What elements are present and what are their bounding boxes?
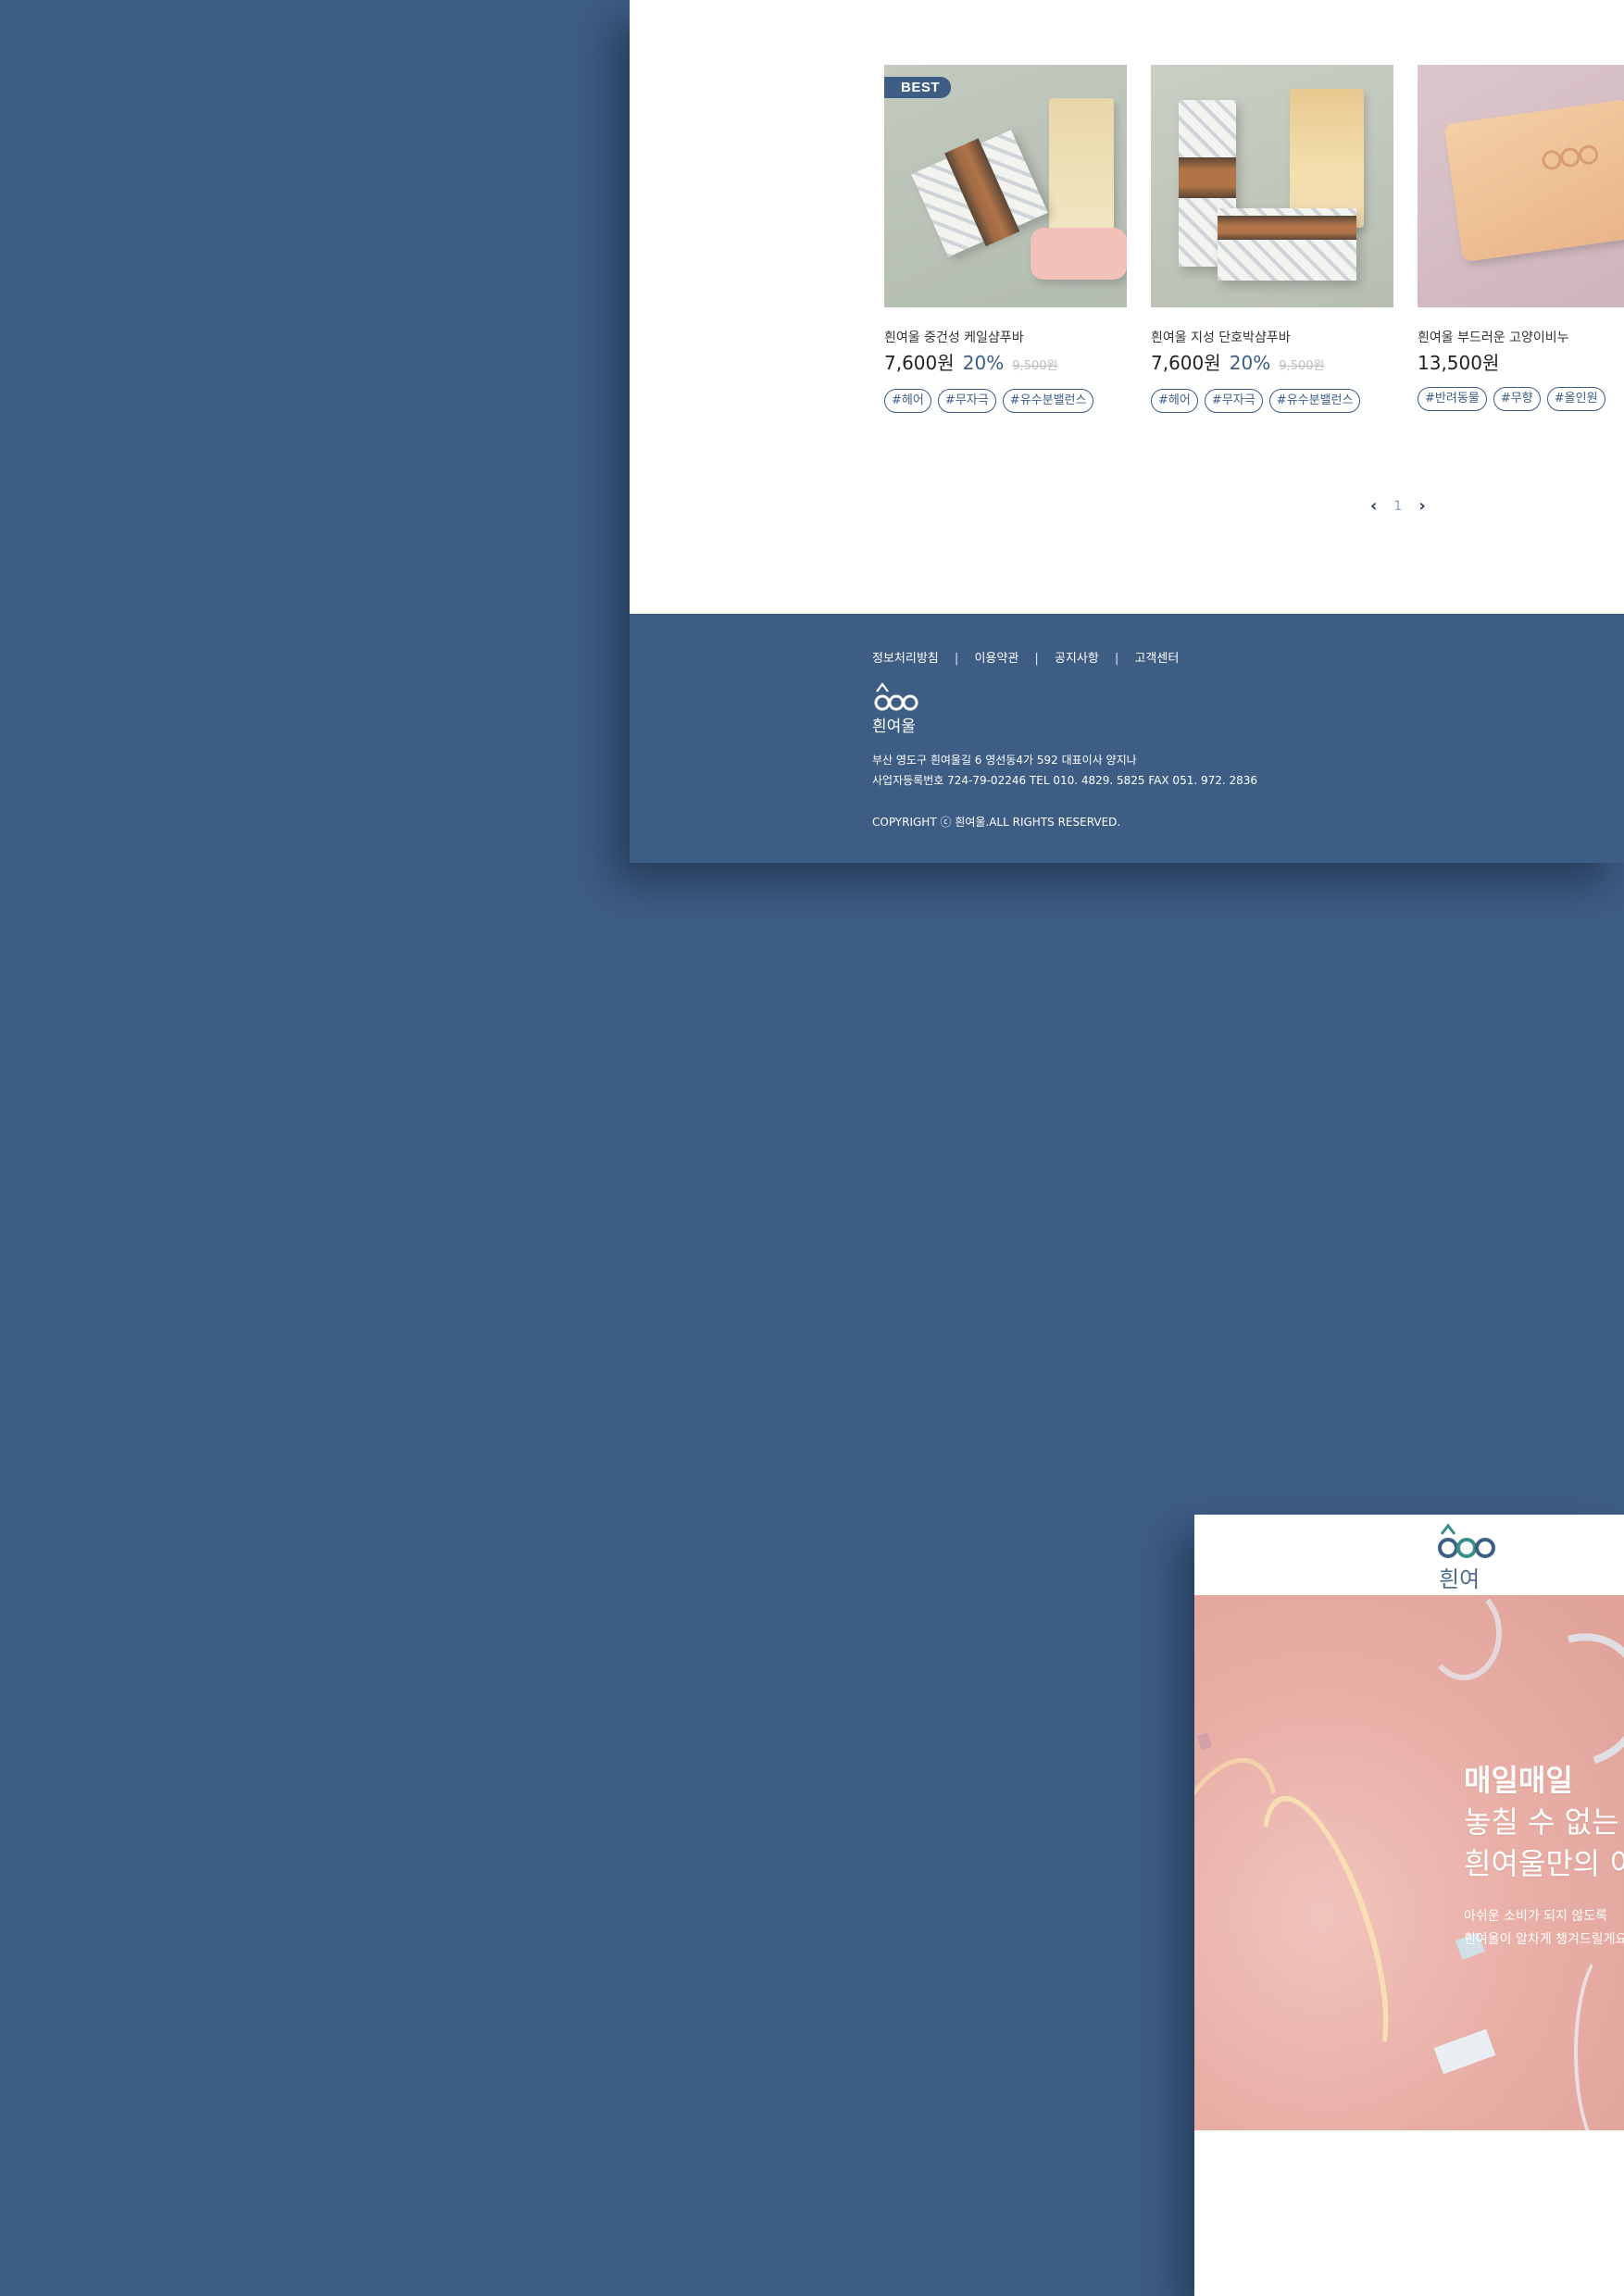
product-card[interactable]: 흰여울 지성 단호박샴푸바 7,600원 20% 9,500원 #헤어 #무자극… <box>1151 65 1393 413</box>
footer-link-terms[interactable]: 이용약관 <box>974 652 1018 666</box>
product-price: 7,600원 <box>884 352 955 374</box>
company-info: 부산 영도구 흰여울길 6 영선동4가 592 대표이사 양지나 사업자등록번호… <box>872 750 1257 791</box>
soap-dish-shape <box>1031 228 1127 280</box>
product-price: 7,600원 <box>1151 352 1221 374</box>
soap-bar-shape <box>1443 98 1624 263</box>
logo-rings-icon <box>1438 1523 1495 1558</box>
soap-box-band <box>944 138 1020 247</box>
hero-subtitle: 아쉬운 소비가 되지 않도록 흰여울이 알차게 챙겨드릴게요 <box>1464 1905 1624 1952</box>
page-number[interactable]: 1 <box>1393 499 1402 514</box>
hashtag[interactable]: #유수분밸런스 <box>1002 389 1094 413</box>
original-price: 9,500원 <box>1279 359 1325 373</box>
product-card[interactable]: BEST 흰여울 중건성 케일샴푸바 7,600원 20% 9,500원 #헤어… <box>884 65 1127 413</box>
footer-separator: | <box>1034 652 1039 666</box>
price-row: 13,500원 <box>1418 352 1624 376</box>
footer-separator: | <box>1114 652 1119 666</box>
product-price: 13,500원 <box>1418 352 1500 374</box>
hashtag[interactable]: #올인원 <box>1546 387 1605 411</box>
hashtag[interactable]: #헤어 <box>884 389 931 413</box>
site-footer: 정보처리방침 | 이용약관 | 공지사항 | 고객센터 흰여울 부산 영도구 흰… <box>630 614 1624 863</box>
header-logo[interactable]: 흰여울 <box>1433 1520 1500 1625</box>
event-page-mockup: 흰여울 매일매일 놓칠 수 없는 흰여울만의 이 아쉬운 소비가 되지 않도록 … <box>1194 1515 1624 2296</box>
soap-bar-shape <box>1290 89 1364 228</box>
price-row: 7,600원 20% 9,500원 <box>1151 352 1393 378</box>
product-listing-mockup: BEST 흰여울 중건성 케일샴푸바 7,600원 20% 9,500원 #헤어… <box>630 0 1624 863</box>
product-name[interactable]: 흰여울 부드러운 고양이비누 <box>1418 328 1624 346</box>
address-line: 부산 영도구 흰여울길 6 영선동4가 592 대표이사 양지나 <box>872 754 1137 767</box>
hashtag[interactable]: #헤어 <box>1151 389 1198 413</box>
ribbon-decoration <box>1235 1781 1415 2087</box>
footer-link-privacy[interactable]: 정보처리방침 <box>872 652 939 666</box>
hashtag[interactable]: #유수분밸런스 <box>1268 389 1361 413</box>
footer-separator: | <box>954 652 959 666</box>
hero-subtitle-line: 아쉬운 소비가 되지 않도록 <box>1464 1909 1608 1924</box>
hero-title-line: 매일매일 <box>1464 1763 1573 1798</box>
ribbon-decoration <box>1574 1947 1624 2130</box>
original-price: 9,500원 <box>1012 359 1058 373</box>
tag-list: #헤어 #무자극 #유수분밸런스 <box>1151 389 1393 413</box>
footer-logo[interactable]: 흰여울 <box>872 680 928 736</box>
footer-links: 정보처리방침 | 이용약관 | 공지사항 | 고객센터 <box>872 648 1179 666</box>
product-card[interactable]: 흰여울 부드러운 고양이비누 13,500원 #반려동물 #무향 #올인원 <box>1418 65 1624 411</box>
tag-list: #헤어 #무자극 #유수분밸런스 <box>884 389 1127 413</box>
discount-rate: 20% <box>962 352 1005 374</box>
soap-bar-shape <box>1049 98 1114 237</box>
event-page-header: 흰여울 <box>1194 1515 1624 1625</box>
soap-box-band <box>1179 157 1236 198</box>
pagination: ‹ 1 › <box>1370 496 1426 516</box>
tag-list: #반려동물 #무향 #올인원 <box>1418 387 1624 411</box>
hero-title-line: 놓칠 수 없는 <box>1464 1804 1619 1840</box>
hashtag[interactable]: #무자극 <box>937 389 996 413</box>
hero-title-line: 흰여울만의 이 <box>1464 1846 1624 1881</box>
product-name[interactable]: 흰여울 중건성 케일샴푸바 <box>884 328 1127 346</box>
soap-box-shape <box>911 130 1048 257</box>
product-name[interactable]: 흰여울 지성 단호박샴푸바 <box>1151 328 1393 346</box>
footer-link-support[interactable]: 고객센터 <box>1134 652 1179 666</box>
best-badge: BEST <box>884 77 952 98</box>
logo-rings-icon <box>874 682 918 711</box>
confetti-decoration <box>1196 1732 1213 1751</box>
soap-box-band <box>1218 216 1356 240</box>
ribbon-decoration <box>1426 1595 1502 1680</box>
hashtag[interactable]: #무자극 <box>1204 389 1263 413</box>
product-list-section: BEST 흰여울 중건성 케일샴푸바 7,600원 20% 9,500원 #헤어… <box>630 0 1624 614</box>
price-row: 7,600원 20% 9,500원 <box>884 352 1127 378</box>
footer-logo-text: 흰여울 <box>872 718 916 736</box>
footer-link-notice[interactable]: 공지사항 <box>1055 652 1099 666</box>
confetti-decoration <box>1433 2028 1496 2075</box>
hero-title: 매일매일 놓칠 수 없는 흰여울만의 이 <box>1464 1760 1624 1885</box>
copyright-text: COPYRIGHT ⓒ 흰여울.ALL RIGHTS RESERVED. <box>872 816 1121 829</box>
soap-box-shape <box>1218 208 1356 281</box>
event-hero-banner: 매일매일 놓칠 수 없는 흰여울만의 이 아쉬운 소비가 되지 않도록 흰여울이… <box>1194 1595 1624 2130</box>
discount-rate: 20% <box>1229 352 1271 374</box>
product-image[interactable] <box>1151 65 1393 307</box>
product-image[interactable] <box>1418 65 1624 307</box>
embossed-logo-icon <box>1542 144 1599 170</box>
chevron-left-icon[interactable]: ‹ <box>1370 496 1377 516</box>
business-info-line: 사업자등록번호 724-79-02246 TEL 010. 4829. 5825… <box>872 774 1258 787</box>
chevron-right-icon[interactable]: › <box>1418 496 1425 516</box>
hashtag[interactable]: #반려동물 <box>1418 387 1487 411</box>
hero-subtitle-line: 흰여울이 알차게 챙겨드릴게요 <box>1464 1932 1624 1947</box>
hashtag[interactable]: #무향 <box>1493 387 1541 411</box>
product-image[interactable]: BEST <box>884 65 1127 307</box>
